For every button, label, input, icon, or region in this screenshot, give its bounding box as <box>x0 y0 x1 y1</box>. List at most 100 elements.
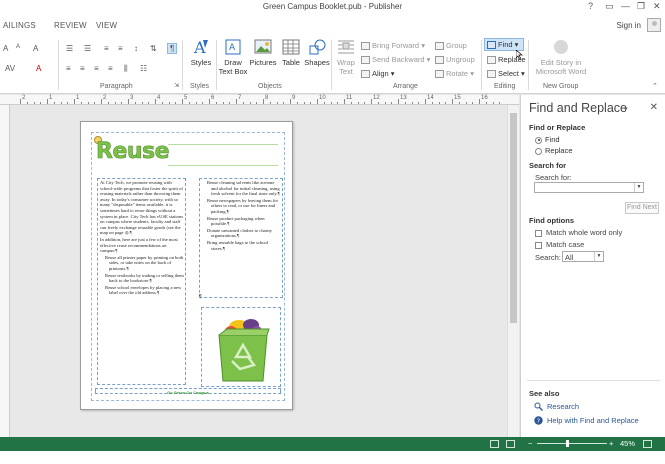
title-bar: Green Campus Booklet.pub - Publisher ? ▭… <box>0 0 665 14</box>
horizontal-ruler[interactable]: 2 1 1 2 3 4 5 6 7 8 9 10 11 12 13 14 15 16 <box>0 95 519 105</box>
ruler-tick <box>479 99 480 104</box>
table-icon <box>281 38 301 56</box>
ruler-tick <box>371 99 372 104</box>
arrange-group-label: Arrange <box>393 83 418 90</box>
pane-options-icon[interactable]: ▾ <box>624 105 628 113</box>
maximize-button[interactable]: ❐ <box>637 1 645 12</box>
find-radio[interactable]: Find <box>535 135 560 144</box>
left-column-text[interactable]: At City Tech, we promote reusing with sc… <box>100 180 184 384</box>
help-button[interactable]: ? <box>588 1 593 11</box>
minimize-button[interactable]: — <box>621 1 630 11</box>
show-formatting-marks-button[interactable]: ¶ <box>167 43 178 54</box>
scrollbar-thumb[interactable] <box>510 113 517 323</box>
tab-review[interactable]: REVIEW <box>54 21 87 30</box>
distribute-icon[interactable]: ☷ <box>140 64 147 73</box>
rotate-button[interactable]: Rotate ▾ <box>435 69 474 79</box>
radio-selected-icon <box>535 136 542 144</box>
zoom-slider[interactable] <box>537 443 607 444</box>
fit-page-icon[interactable] <box>643 440 652 448</box>
editing-group-label: Editing <box>494 83 516 90</box>
align-button[interactable]: Align ▾ <box>361 69 395 79</box>
pictures-button[interactable]: Pictures <box>247 38 279 82</box>
vertical-ruler[interactable] <box>0 105 10 437</box>
paragraph-launcher-icon[interactable]: ⇲ <box>174 82 179 89</box>
chevron-down-icon[interactable]: ▼ <box>594 252 603 261</box>
replace-icon <box>487 56 496 65</box>
pictures-label: Pictures <box>249 58 277 67</box>
collapse-ribbon-icon[interactable]: ⌃ <box>652 82 658 90</box>
styles-button[interactable]: A Styles <box>186 38 216 82</box>
align-left-icon[interactable]: ≡ <box>66 64 71 73</box>
bring-forward-button[interactable]: Bring Forward ▾ <box>361 41 425 51</box>
styles-icon: A <box>191 38 211 57</box>
zoom-out-button[interactable]: − <box>528 439 532 448</box>
ruler-tick <box>101 99 102 104</box>
ruler-tick <box>364 102 366 104</box>
match-case-checkbox[interactable]: Match case <box>535 240 584 249</box>
ruler-tick <box>290 99 291 104</box>
single-page-view-icon[interactable] <box>490 440 499 448</box>
clear-formatting-button[interactable]: A <box>33 44 38 53</box>
justify-icon[interactable]: ≡ <box>108 64 113 73</box>
ungroup-button[interactable]: Ungroup <box>435 55 475 65</box>
match-whole-word-checkbox[interactable]: Match whole word only <box>535 228 622 237</box>
shapes-button[interactable]: Shapes <box>302 38 332 82</box>
select-button[interactable]: Select ▾ <box>487 69 525 79</box>
research-link[interactable]: Research <box>547 402 579 411</box>
align-center-icon[interactable]: ≡ <box>80 64 85 73</box>
font-color-button[interactable]: A <box>36 64 41 73</box>
find-next-button[interactable]: Find Next <box>625 202 659 214</box>
search-for-input[interactable]: ▼ <box>534 182 644 193</box>
close-window-button[interactable]: ✕ <box>653 1 661 12</box>
ruler-tick <box>269 102 271 104</box>
document-title[interactable]: Reuse <box>96 139 170 165</box>
restore-ribbon-button[interactable]: ▭ <box>605 1 614 12</box>
numbering-button[interactable]: ☰ <box>84 44 91 53</box>
ruler-number: 2 <box>103 95 107 101</box>
sign-in-link[interactable]: Sign in <box>617 21 641 30</box>
ruler-tick <box>188 102 190 104</box>
draw-text-box-button[interactable]: A Draw Text Box <box>218 38 248 82</box>
search-scope-label: Search: <box>535 253 561 262</box>
right-column-text[interactable]: Reuse cleaning solvents like acetone and… <box>202 180 282 296</box>
find-button[interactable]: Find ▾ <box>487 40 518 50</box>
tab-mailings[interactable]: AILINGS <box>3 21 36 30</box>
publication-page[interactable]: Reuse At City Tech, we promote reusing w… <box>80 121 293 410</box>
replace-radio[interactable]: Replace <box>535 146 573 155</box>
ruler-tick <box>128 99 129 104</box>
align-right-icon[interactable]: ≡ <box>94 64 99 73</box>
character-spacing-button[interactable]: AV <box>5 64 15 73</box>
ruler-number: 16 <box>481 95 488 101</box>
group-button[interactable]: Group <box>435 41 467 51</box>
search-scope-select[interactable]: All ▼ <box>562 251 604 262</box>
radio-icon <box>535 147 542 155</box>
sort-button[interactable]: ⇅ <box>150 44 157 53</box>
two-page-view-icon[interactable] <box>506 440 515 448</box>
zoom-level[interactable]: 45% <box>620 439 635 448</box>
ruler-number: 5 <box>184 95 188 101</box>
divider <box>527 380 660 381</box>
recycle-bag-image[interactable] <box>205 309 281 385</box>
line-spacing-button[interactable]: ↕ <box>134 44 138 53</box>
shrink-font-button[interactable]: A <box>16 44 20 50</box>
avatar[interactable] <box>647 18 661 32</box>
help-find-replace-link[interactable]: Help with Find and Replace <box>547 416 639 425</box>
columns-icon[interactable]: ⫼ <box>124 64 128 74</box>
zoom-slider-handle[interactable] <box>566 440 569 447</box>
ruler-tick <box>80 102 82 104</box>
checkbox-icon <box>535 241 542 249</box>
tab-view[interactable]: VIEW <box>96 21 117 30</box>
wrap-text-button[interactable]: Wrap Text <box>331 38 361 82</box>
vertical-scrollbar[interactable] <box>507 105 519 437</box>
grow-font-button[interactable]: A <box>3 44 8 53</box>
bullets-button[interactable]: ☰ <box>66 44 73 53</box>
decrease-indent-button[interactable]: ≡ <box>104 44 109 53</box>
chevron-down-icon[interactable]: ▼ <box>634 183 643 192</box>
select-icon <box>487 70 496 79</box>
zoom-in-button[interactable]: + <box>609 439 613 448</box>
send-backward-button[interactable]: Send Backward ▾ <box>361 55 430 65</box>
edit-story-in-word-button[interactable]: Edit Story in Microsoft Word <box>532 38 590 82</box>
increase-indent-button[interactable]: ≡ <box>118 44 123 53</box>
close-pane-button[interactable]: ✕ <box>650 102 658 113</box>
ruler-number: 14 <box>427 95 434 101</box>
